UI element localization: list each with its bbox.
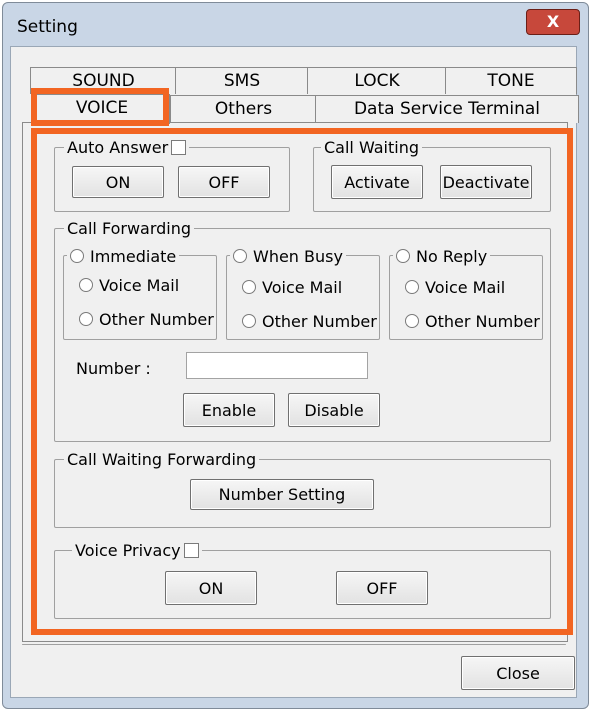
radio-when-busy-voice-mail-dot <box>242 280 256 294</box>
voice-privacy-label: Voice Privacy <box>75 541 181 560</box>
call-waiting-activate-button[interactable]: Activate <box>331 165 423 199</box>
auto-answer-checkbox[interactable] <box>171 140 187 155</box>
tab-others[interactable]: Others <box>170 95 317 123</box>
tab-data-service-terminal[interactable]: Data Service Terminal <box>315 95 579 123</box>
radio-when-busy[interactable]: When Busy <box>230 248 346 266</box>
radio-immediate-label: Immediate <box>90 247 177 266</box>
call-waiting-legend: Call Waiting <box>321 139 423 157</box>
number-label: Number : <box>76 359 151 378</box>
radio-no-reply-other-number-label: Other Number <box>425 312 540 331</box>
radio-when-busy-dot <box>233 249 247 263</box>
voice-privacy-checkbox[interactable] <box>183 543 199 558</box>
radio-no-reply-label: No Reply <box>416 247 488 266</box>
window-close-button[interactable]: X <box>526 9 580 35</box>
radio-no-reply-other-number-dot <box>405 314 419 328</box>
radio-no-reply-dot <box>396 249 410 263</box>
radio-when-busy-other-number-label: Other Number <box>262 312 377 331</box>
radio-no-reply-other-number[interactable]: Other Number <box>405 312 540 331</box>
radio-when-busy-other-number-dot <box>242 314 256 328</box>
tab-tone[interactable]: TONE <box>445 67 577 94</box>
title-bar: Setting X <box>3 3 588 51</box>
radio-when-busy-other-number[interactable]: Other Number <box>242 312 377 331</box>
radio-immediate-voice-mail-dot <box>79 278 93 292</box>
tab-lock[interactable]: LOCK <box>307 67 447 94</box>
auto-answer-off-button[interactable]: OFF <box>178 166 270 198</box>
tab-sound[interactable]: SOUND <box>30 67 177 94</box>
number-setting-button[interactable]: Number Setting <box>190 479 374 510</box>
radio-immediate-other-number[interactable]: Other Number <box>79 310 214 329</box>
radio-immediate[interactable]: Immediate <box>67 247 180 266</box>
auto-answer-legend: Auto Answer <box>64 138 190 157</box>
auto-answer-on-button[interactable]: ON <box>72 166 164 198</box>
close-icon: X <box>546 12 560 31</box>
window-title: Setting <box>17 17 78 37</box>
voice-privacy-legend: Voice Privacy <box>72 542 202 560</box>
radio-immediate-other-number-label: Other Number <box>99 310 214 329</box>
radio-no-reply-voice-mail-label: Voice Mail <box>425 278 506 297</box>
call-waiting-deactivate-button[interactable]: Deactivate <box>440 165 532 199</box>
radio-immediate-other-number-dot <box>79 312 93 326</box>
footer-separator <box>22 644 566 645</box>
number-input[interactable] <box>186 352 368 379</box>
disable-button[interactable]: Disable <box>288 393 380 427</box>
tab-voice[interactable]: VOICE <box>34 94 170 124</box>
radio-immediate-voice-mail-label: Voice Mail <box>99 276 180 295</box>
close-button[interactable]: Close <box>461 656 575 690</box>
voice-privacy-on-button[interactable]: ON <box>165 571 257 605</box>
voice-privacy-off-button[interactable]: OFF <box>336 571 428 605</box>
radio-immediate-voice-mail[interactable]: Voice Mail <box>79 276 179 295</box>
radio-no-reply-voice-mail[interactable]: Voice Mail <box>405 278 505 297</box>
radio-no-reply-voice-mail-dot <box>405 280 419 294</box>
radio-when-busy-label: When Busy <box>253 247 343 266</box>
radio-no-reply[interactable]: No Reply <box>393 247 491 266</box>
radio-when-busy-voice-mail[interactable]: Voice Mail <box>242 278 342 297</box>
radio-immediate-dot <box>70 249 84 263</box>
radio-when-busy-voice-mail-label: Voice Mail <box>262 278 343 297</box>
call-waiting-forwarding-legend: Call Waiting Forwarding <box>64 451 260 469</box>
auto-answer-label: Auto Answer <box>67 138 169 157</box>
call-forwarding-legend: Call Forwarding <box>64 220 195 238</box>
enable-button[interactable]: Enable <box>183 393 275 427</box>
voice-privacy-group <box>54 550 551 619</box>
tab-sms[interactable]: SMS <box>175 67 309 94</box>
